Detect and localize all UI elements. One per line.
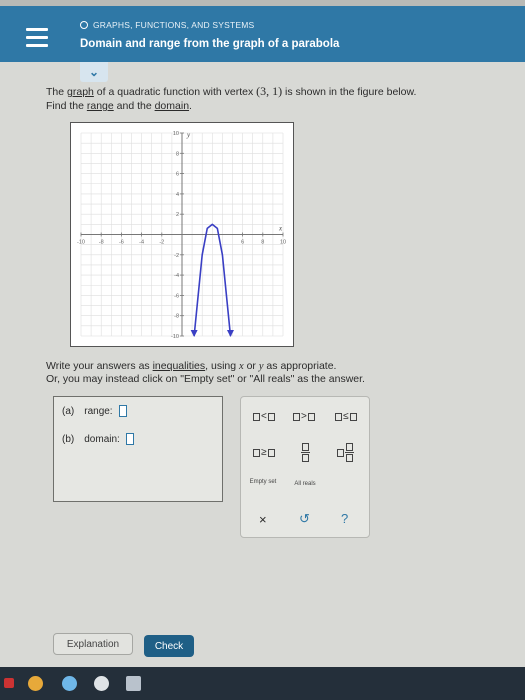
- app-icon[interactable]: [4, 678, 14, 688]
- y-axis-label: y: [186, 131, 191, 139]
- collapse-button[interactable]: ⌄: [80, 62, 108, 82]
- question-part: and the: [113, 100, 155, 112]
- graph-link[interactable]: graph: [67, 86, 94, 98]
- inequalities-link[interactable]: inequalities: [153, 360, 206, 372]
- range-label: range:: [84, 405, 113, 417]
- x-tick-label: 8: [261, 240, 264, 246]
- explanation-button[interactable]: Explanation: [53, 633, 133, 655]
- y-tick-label: -6: [174, 293, 179, 299]
- taskbar: [0, 667, 525, 700]
- breadcrumb: GRAPHS, FUNCTIONS, AND SYSTEMS: [80, 20, 254, 30]
- greater-equal-symbol: ≥: [261, 447, 267, 458]
- keypad: < > ≤ ≥ Empty set All reals × ↺ ?: [240, 396, 370, 538]
- less-equal-symbol: ≤: [343, 411, 349, 422]
- x-tick-label: 6: [241, 240, 244, 246]
- question-part: The: [46, 86, 68, 98]
- domain-input[interactable]: [125, 433, 134, 445]
- x-tick-label: -2: [159, 240, 164, 246]
- range-row: (a) range:: [62, 405, 127, 417]
- y-tick-label: 4: [176, 192, 179, 198]
- instruction-part: as appropriate.: [263, 360, 337, 372]
- check-button[interactable]: Check: [144, 635, 194, 657]
- y-tick-label: 6: [176, 172, 179, 178]
- domain-label: domain:: [84, 433, 120, 445]
- question-part: .: [189, 100, 192, 112]
- domain-row: (b) domain:: [62, 433, 134, 445]
- instructions: Write your answers as inequalities, usin…: [46, 360, 466, 386]
- instruction-part: , using: [205, 360, 239, 372]
- chevron-down-icon: ⌄: [88, 65, 100, 79]
- x-axis-label: x: [278, 225, 283, 233]
- y-tick-label: 2: [176, 212, 179, 218]
- help-button[interactable]: ?: [341, 511, 348, 526]
- page-title: Domain and range from the graph of a par…: [80, 38, 340, 50]
- menu-icon[interactable]: [26, 28, 48, 48]
- less-than-key[interactable]: <: [253, 411, 275, 422]
- breadcrumb-text: GRAPHS, FUNCTIONS, AND SYSTEMS: [93, 20, 255, 30]
- greater-equal-key[interactable]: ≥: [253, 447, 275, 458]
- question-text: The graph of a quadratic function with v…: [46, 84, 486, 113]
- header-bar: GRAPHS, FUNCTIONS, AND SYSTEMS Domain an…: [0, 6, 525, 62]
- greater-than-key[interactable]: >: [293, 411, 315, 422]
- empty-set-button[interactable]: Empty set: [249, 479, 277, 486]
- instruction-line-2: Or, you may instead click on "Empty set"…: [46, 373, 365, 385]
- question-part: of a quadratic function with vertex: [93, 86, 257, 98]
- question-part: is shown in the figure below.: [282, 86, 417, 98]
- circle-icon: [80, 21, 88, 29]
- range-input[interactable]: [118, 405, 127, 417]
- app-icon[interactable]: [62, 676, 77, 691]
- mixed-number-key[interactable]: [337, 443, 354, 462]
- answer-box: (a) range: (b) domain:: [53, 396, 223, 502]
- y-tick-label: -4: [174, 273, 179, 279]
- domain-link[interactable]: domain: [155, 100, 189, 112]
- graph-svg: x y -10 -8 -6 -4 -2 6 8 10 10 8 6 4 2 -2 -4 -6 -8 -10: [77, 131, 286, 340]
- question-part: Find the: [46, 100, 87, 112]
- instruction-part: or: [243, 360, 259, 372]
- clear-button[interactable]: ×: [259, 512, 267, 527]
- app-icon[interactable]: [28, 676, 43, 691]
- fraction-key[interactable]: [301, 443, 310, 462]
- less-equal-key[interactable]: ≤: [335, 411, 357, 422]
- main-content: ⌄ The graph of a quadratic function with…: [0, 62, 525, 667]
- greater-than-symbol: >: [301, 411, 307, 422]
- x-tick-label: -4: [139, 240, 144, 246]
- app-icon[interactable]: [94, 676, 109, 691]
- x-tick-label: -8: [99, 240, 104, 246]
- x-tick-label: 10: [280, 240, 286, 246]
- y-tick-label: -10: [171, 334, 179, 340]
- all-reals-button[interactable]: All reals: [285, 481, 325, 488]
- y-tick-label: -2: [174, 253, 179, 259]
- app-icon[interactable]: [126, 676, 141, 691]
- range-link[interactable]: range: [87, 100, 114, 112]
- y-tick-label: 8: [176, 151, 179, 157]
- domain-label-letter: (b): [62, 433, 75, 445]
- x-tick-label: -10: [77, 240, 85, 246]
- vertex-value: (3, 1): [256, 84, 283, 98]
- y-tick-label: -8: [174, 314, 179, 320]
- x-tick-label: -6: [119, 240, 124, 246]
- less-than-symbol: <: [261, 411, 267, 422]
- y-tick-label: 10: [173, 131, 179, 137]
- undo-icon[interactable]: ↺: [299, 511, 310, 527]
- range-label-letter: (a): [62, 405, 75, 417]
- parabola-graph: x y -10 -8 -6 -4 -2 6 8 10 10 8 6 4 2 -2 -4 -6 -8 -10: [70, 122, 294, 347]
- instruction-part: Write your answers as: [46, 360, 153, 372]
